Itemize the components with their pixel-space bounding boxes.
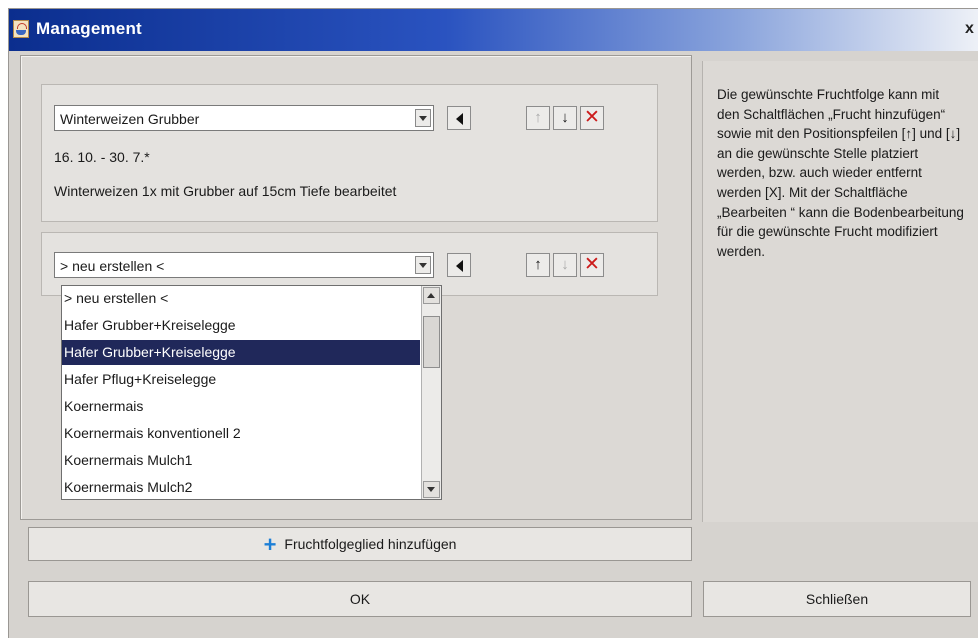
window-title: Management xyxy=(36,19,142,38)
triangle-left-icon xyxy=(456,113,463,125)
move-down-button-2[interactable]: ↓ xyxy=(553,253,577,277)
dropdown-option[interactable]: Koernermais konventionell 2 xyxy=(62,421,420,446)
crop-dropdown-list[interactable]: > neu erstellen < Hafer Grubber+Kreisele… xyxy=(61,285,442,500)
plus-icon: + xyxy=(263,532,277,557)
dropdown-option[interactable]: > neu erstellen < xyxy=(62,286,420,311)
crop-select-2[interactable]: > neu erstellen < xyxy=(54,252,434,278)
close-button[interactable]: Schließen xyxy=(703,581,971,617)
edit-button-2[interactable] xyxy=(447,253,471,277)
dropdown-option[interactable]: Koernermais xyxy=(62,394,420,419)
member-description: Winterweizen 1x mit Grubber auf 15cm Tie… xyxy=(54,183,397,199)
crop-select-value: Winterweizen Grubber xyxy=(60,111,200,127)
crop-select-value: > neu erstellen < xyxy=(60,258,165,274)
help-panel: Die gewünschte Fruchtfolge kann mit den … xyxy=(702,61,978,522)
dropdown-option[interactable]: Hafer Grubber+Kreiselegge xyxy=(62,313,420,338)
dropdown-option-highlighted[interactable]: Hafer Grubber+Kreiselegge xyxy=(62,340,420,365)
move-up-button-2[interactable]: ↑ xyxy=(526,253,550,277)
scrollbar-thumb[interactable] xyxy=(423,316,440,368)
edit-button-1[interactable] xyxy=(447,106,471,130)
help-text: Die gewünschte Fruchtfolge kann mit den … xyxy=(717,87,964,259)
chevron-down-icon[interactable] xyxy=(415,256,431,274)
dropdown-option[interactable]: Koernermais Mulch2 xyxy=(62,475,420,500)
rotation-member-1: Winterweizen Grubber ↑ ↓ ✕ 16. 10. - 30.… xyxy=(41,84,658,222)
triangle-left-icon xyxy=(456,260,463,272)
crop-select-1[interactable]: Winterweizen Grubber xyxy=(54,105,434,131)
title-bar[interactable]: Management x xyxy=(9,9,978,51)
ok-button[interactable]: OK xyxy=(28,581,692,617)
dropdown-option[interactable]: Hafer Pflug+Kreiselegge xyxy=(62,367,420,392)
window-close-icon[interactable]: x xyxy=(965,19,978,39)
move-up-button-1[interactable]: ↑ xyxy=(526,106,550,130)
add-member-button[interactable]: + Fruchtfolgeglied hinzufügen xyxy=(28,527,692,561)
remove-button-1[interactable]: ✕ xyxy=(580,106,604,130)
scroll-down-icon[interactable] xyxy=(423,481,440,498)
add-member-label: Fruchtfolgeglied hinzufügen xyxy=(284,536,457,552)
scroll-up-icon[interactable] xyxy=(423,287,440,304)
dropdown-scrollbar[interactable] xyxy=(421,286,441,499)
date-range: 16. 10. - 30. 7.* xyxy=(54,149,150,165)
chevron-down-icon[interactable] xyxy=(415,109,431,127)
move-down-button-1[interactable]: ↓ xyxy=(553,106,577,130)
remove-button-2[interactable]: ✕ xyxy=(580,253,604,277)
java-app-icon xyxy=(13,20,29,38)
dropdown-option[interactable]: Koernermais Mulch1 xyxy=(62,448,420,473)
